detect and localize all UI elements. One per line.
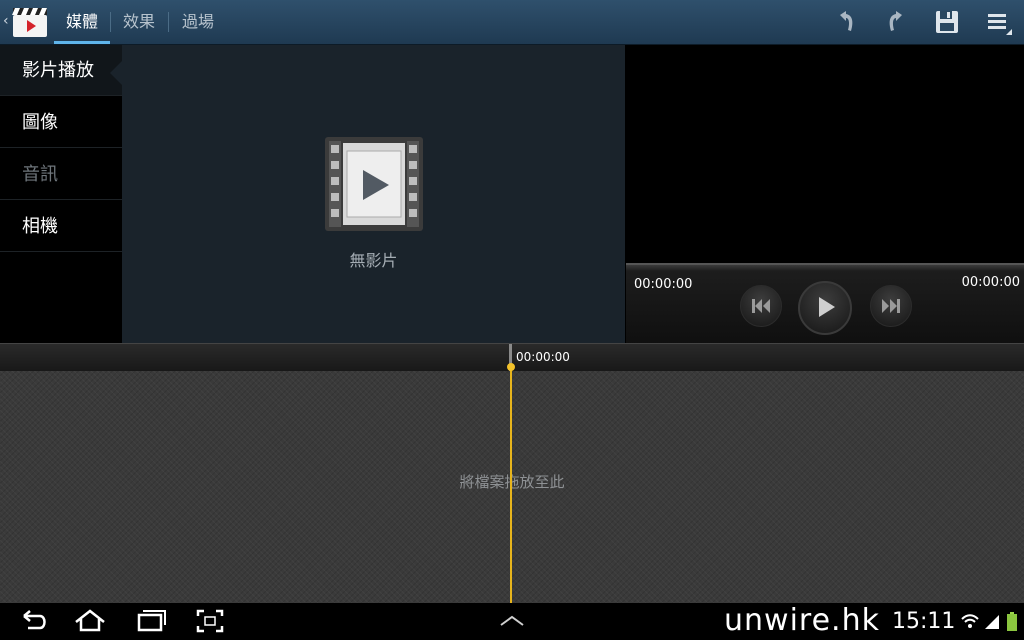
- drop-hint: 將檔案拖放至此: [0, 471, 1024, 492]
- media-panel: 無影片: [122, 45, 625, 343]
- selection-pointer: [110, 61, 122, 85]
- total-time: 00:00:00: [961, 275, 1020, 290]
- tab-transitions[interactable]: 過場: [170, 0, 226, 44]
- redo-icon[interactable]: [882, 7, 912, 37]
- battery-icon: [1007, 612, 1017, 631]
- sidebar-item-image[interactable]: 圖像: [0, 97, 122, 148]
- timeline-drop-area[interactable]: 將檔案拖放至此: [0, 371, 1024, 603]
- save-icon[interactable]: [932, 7, 962, 37]
- tab-divider: [168, 12, 169, 32]
- screenshot-icon[interactable]: [194, 606, 226, 636]
- video-preview[interactable]: [626, 45, 1024, 263]
- current-time: 00:00:00: [634, 277, 693, 292]
- back-caret-icon: ‹: [3, 13, 9, 29]
- play-button[interactable]: [798, 281, 852, 335]
- recent-apps-icon[interactable]: [134, 606, 168, 636]
- app-home-button[interactable]: ‹: [0, 0, 52, 44]
- back-nav-icon[interactable]: [16, 606, 50, 636]
- skip-forward-icon: [882, 299, 900, 313]
- film-play-icon: [325, 137, 423, 231]
- menu-icon[interactable]: [984, 7, 1014, 37]
- empty-media-label: 無影片: [349, 251, 398, 270]
- tab-media[interactable]: 媒體: [54, 0, 110, 44]
- play-icon: [819, 297, 835, 317]
- signal-icon: [985, 615, 999, 629]
- watermark: unwire.hk: [724, 603, 880, 638]
- playhead-line[interactable]: [510, 365, 512, 603]
- previous-button[interactable]: [740, 285, 782, 327]
- player-controls: 00:00:00 00:00:00: [626, 263, 1024, 345]
- system-bar: unwire.hk 15:11: [0, 603, 1024, 640]
- playhead-marker: [507, 363, 515, 371]
- sidebar-item-video[interactable]: 影片播放: [0, 45, 122, 96]
- clock: 15:11: [892, 609, 956, 634]
- wifi-icon: [961, 614, 979, 628]
- tab-divider: [110, 12, 111, 32]
- next-button[interactable]: [870, 285, 912, 327]
- skip-back-icon: [752, 299, 770, 313]
- sidebar-item-camera[interactable]: 相機: [0, 201, 122, 252]
- chevron-up-icon[interactable]: [497, 609, 527, 633]
- sidebar-item-audio[interactable]: 音訊: [0, 149, 122, 200]
- home-nav-icon[interactable]: [72, 606, 108, 636]
- undo-icon[interactable]: [830, 7, 860, 37]
- ruler-time: 00:00:00: [516, 350, 570, 364]
- clapperboard-icon: [12, 8, 47, 37]
- tab-effects[interactable]: 效果: [112, 0, 166, 44]
- action-bar: ‹ 媒體 效果 過場: [0, 0, 1024, 45]
- media-sidebar: 影片播放 圖像 音訊 相機: [0, 45, 122, 343]
